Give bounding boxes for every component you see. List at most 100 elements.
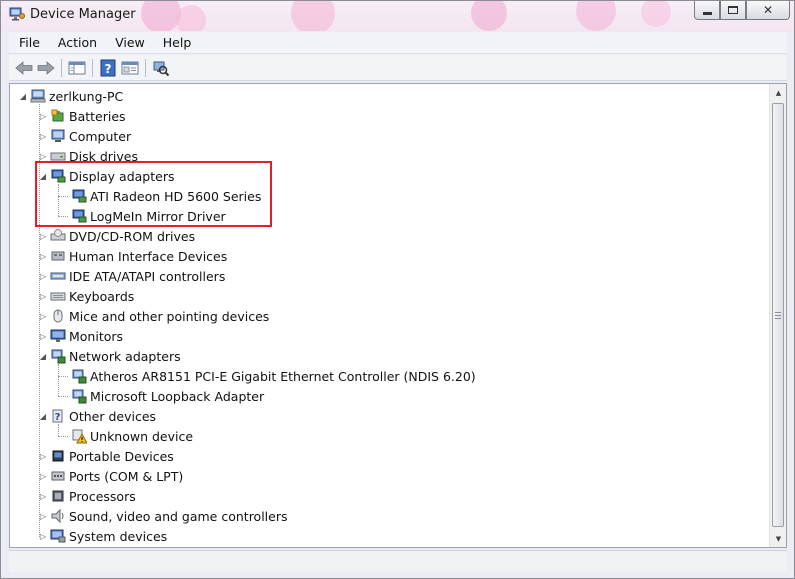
device-manager-app-icon bbox=[9, 7, 25, 21]
tree-category-batteries[interactable]: ▷ Batteries bbox=[38, 106, 126, 126]
expand-triangle-icon[interactable]: ▷ bbox=[38, 451, 48, 461]
tree-connector bbox=[58, 376, 68, 377]
collapse-triangle-icon[interactable]: ◢ bbox=[18, 91, 28, 101]
battery-icon bbox=[51, 109, 64, 122]
tree-category-network-adapters[interactable]: ◢ Network adapters bbox=[38, 346, 181, 366]
close-button[interactable]: ✕ bbox=[746, 1, 790, 20]
expand-triangle-icon[interactable]: ▷ bbox=[38, 131, 48, 141]
menu-action[interactable]: Action bbox=[48, 35, 105, 50]
tree-category-human-interface-devices[interactable]: ▷ Human Interface Devices bbox=[38, 246, 227, 266]
expand-triangle-icon[interactable]: ▷ bbox=[38, 251, 48, 261]
menu-file[interactable]: File bbox=[9, 35, 48, 50]
tree-category-system-devices[interactable]: ▷ System devices bbox=[38, 526, 167, 546]
tree-category-label: Ports (COM & LPT) bbox=[69, 468, 184, 484]
expand-triangle-icon[interactable]: ▷ bbox=[38, 311, 48, 321]
title-decoration bbox=[176, 5, 206, 31]
network-adapter-icon bbox=[72, 369, 87, 384]
expand-triangle-icon[interactable]: ▷ bbox=[38, 111, 48, 121]
collapse-triangle-icon[interactable]: ◢ bbox=[38, 411, 48, 421]
tree-category-label: Network adapters bbox=[69, 348, 181, 364]
tree-category-ports-com-lpt[interactable]: ▷ Ports (COM & LPT) bbox=[38, 466, 183, 486]
show-hide-console-tree-button[interactable] bbox=[66, 58, 88, 78]
expand-triangle-icon[interactable]: ▷ bbox=[38, 511, 48, 521]
tree-category-label: Other devices bbox=[69, 408, 157, 424]
tree-category-ide-ata-atapi-controllers[interactable]: ▷ IDE ATA/ATAPI controllers bbox=[38, 266, 225, 286]
tree-category-label: Processors bbox=[69, 488, 136, 504]
expand-triangle-icon[interactable]: ▷ bbox=[38, 271, 48, 281]
expand-triangle-icon[interactable]: ▷ bbox=[38, 491, 48, 501]
tree-category-keyboards[interactable]: ▷ Keyboards bbox=[38, 286, 134, 306]
unknown-device-warning-icon bbox=[72, 429, 87, 444]
tree-connector bbox=[58, 396, 68, 397]
tree-category-dvd-cd-rom-drives[interactable]: ▷ DVD/CD-ROM drives bbox=[38, 226, 195, 246]
back-arrow-icon bbox=[15, 60, 33, 75]
scroll-up-icon: ▲ bbox=[775, 88, 782, 97]
scroll-down-icon: ▼ bbox=[775, 534, 782, 543]
title-decoration bbox=[141, 1, 181, 31]
system-devices-icon bbox=[50, 529, 66, 543]
tree-category-other-devices[interactable]: ◢? Other devices bbox=[38, 406, 156, 426]
tree-root[interactable]: ◢ zerlkung-PC bbox=[18, 86, 123, 106]
grip-icon bbox=[775, 311, 781, 319]
tree-device-item[interactable]: Atheros AR8151 PCI-E Gigabit Ethernet Co… bbox=[69, 366, 476, 386]
tree-category-portable-devices[interactable]: ▷ Portable Devices bbox=[38, 446, 174, 466]
scroll-down-button[interactable]: ▼ bbox=[770, 530, 786, 547]
tree-category-processors[interactable]: ▷ Processors bbox=[38, 486, 136, 506]
sound-icon bbox=[51, 508, 64, 524]
title-bar[interactable]: Device Manager ✕ bbox=[1, 1, 794, 31]
hid-icon bbox=[51, 251, 65, 261]
tree-category-monitors[interactable]: ▷ Monitors bbox=[38, 326, 123, 346]
expand-triangle-icon[interactable]: ▷ bbox=[38, 231, 48, 241]
minimize-button[interactable] bbox=[694, 1, 720, 20]
expand-triangle-icon[interactable]: ▷ bbox=[38, 531, 48, 541]
title-decoration bbox=[291, 1, 335, 31]
expand-triangle-icon[interactable]: ▷ bbox=[38, 151, 48, 161]
collapse-triangle-icon[interactable]: ◢ bbox=[38, 351, 48, 361]
tree-root-label: zerlkung-PC bbox=[49, 88, 124, 104]
tree-category-mice-and-other-pointing-devices[interactable]: ▷ Mice and other pointing devices bbox=[38, 306, 269, 326]
menu-help[interactable]: Help bbox=[153, 35, 200, 50]
expand-triangle-icon[interactable]: ▷ bbox=[38, 331, 48, 341]
mouse-icon bbox=[53, 309, 63, 323]
properties-button[interactable] bbox=[119, 58, 141, 78]
processor-icon bbox=[52, 490, 64, 502]
menu-view[interactable]: View bbox=[105, 35, 153, 50]
tree-category-label: Sound, video and game controllers bbox=[69, 508, 288, 524]
vertical-scrollbar[interactable]: ▲ ▼ bbox=[769, 84, 786, 547]
expand-triangle-icon[interactable]: ▷ bbox=[38, 471, 48, 481]
network-adapter-icon bbox=[51, 349, 66, 364]
maximize-button[interactable] bbox=[720, 1, 746, 20]
dvd-drive-icon bbox=[50, 229, 66, 241]
forward-button[interactable] bbox=[35, 58, 57, 78]
maximize-icon bbox=[728, 6, 738, 14]
caption-buttons: ✕ bbox=[694, 1, 790, 21]
device-tree[interactable]: ◢ zerlkung-PC ▷ Batteries ▷ Computer ▷ Disk d… bbox=[9, 83, 787, 548]
tree-category-computer[interactable]: ▷ Computer bbox=[38, 126, 131, 146]
computer-icon bbox=[30, 89, 46, 103]
tree-category-label: System devices bbox=[69, 528, 168, 544]
expand-triangle-icon[interactable]: ▷ bbox=[38, 291, 48, 301]
help-icon: ? bbox=[100, 59, 116, 76]
menu-bar: File Action View Help bbox=[9, 32, 787, 54]
tree-device-item[interactable]: Unknown device bbox=[69, 426, 193, 446]
close-icon: ✕ bbox=[762, 3, 774, 17]
title-decoration bbox=[641, 1, 671, 27]
tree-category-label: Batteries bbox=[69, 108, 126, 124]
scan-hardware-changes-button[interactable] bbox=[150, 58, 172, 78]
tree-category-label: DVD/CD-ROM drives bbox=[69, 228, 196, 244]
keyboard-icon bbox=[50, 292, 66, 301]
computer-icon bbox=[51, 129, 65, 142]
properties-icon bbox=[121, 61, 139, 74]
back-button[interactable] bbox=[13, 58, 35, 78]
toolbar-separator bbox=[61, 58, 62, 77]
help-button[interactable]: ? bbox=[97, 58, 119, 78]
scrollbar-thumb[interactable] bbox=[772, 103, 784, 527]
tree-category-sound-video-and-game-controllers[interactable]: ▷ Sound, video and game controllers bbox=[38, 506, 288, 526]
tree-device-item[interactable]: Microsoft Loopback Adapter bbox=[69, 386, 264, 406]
forward-arrow-icon bbox=[37, 60, 55, 75]
device-manager-window: Device Manager ✕ File Action View Help ?… bbox=[0, 0, 795, 579]
tree-category-label: Human Interface Devices bbox=[69, 248, 228, 264]
scroll-up-button[interactable]: ▲ bbox=[770, 84, 786, 101]
network-adapter-icon bbox=[72, 389, 87, 404]
tree-connector bbox=[58, 436, 68, 437]
